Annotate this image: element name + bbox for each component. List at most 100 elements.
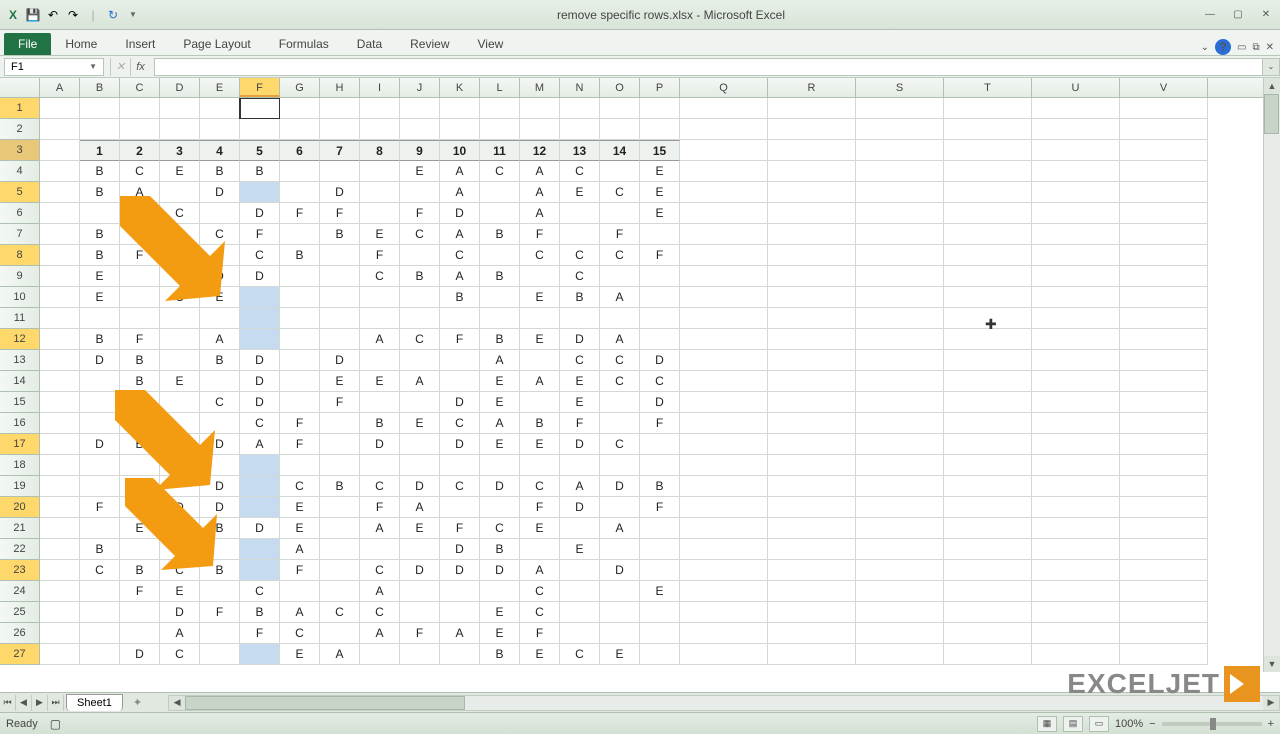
zoom-level[interactable]: 100% [1115, 718, 1143, 730]
cell-S17[interactable] [856, 434, 944, 455]
cell-L11[interactable] [480, 308, 520, 329]
col-header-Q[interactable]: Q [680, 78, 768, 97]
row-header-16[interactable]: 16 [0, 413, 40, 434]
col-header-H[interactable]: H [320, 78, 360, 97]
col-header-J[interactable]: J [400, 78, 440, 97]
cell-I9[interactable]: C [360, 266, 400, 287]
cell-J12[interactable]: C [400, 329, 440, 350]
cell-C24[interactable]: F [120, 581, 160, 602]
cell-H18[interactable] [320, 455, 360, 476]
cell-B11[interactable] [80, 308, 120, 329]
cell-A27[interactable] [40, 644, 80, 665]
cell-R14[interactable] [768, 371, 856, 392]
cell-G26[interactable]: C [280, 623, 320, 644]
cell-P24[interactable]: E [640, 581, 680, 602]
cell-M15[interactable] [520, 392, 560, 413]
row-header-13[interactable]: 13 [0, 350, 40, 371]
cell-I7[interactable]: E [360, 224, 400, 245]
cell-V25[interactable] [1120, 602, 1208, 623]
row-header-11[interactable]: 11 [0, 308, 40, 329]
cell-S8[interactable] [856, 245, 944, 266]
cell-D1[interactable] [160, 98, 200, 119]
close-button[interactable]: ✕ [1256, 7, 1276, 23]
cell-R3[interactable] [768, 140, 856, 161]
cell-A24[interactable] [40, 581, 80, 602]
cell-U13[interactable] [1032, 350, 1120, 371]
cell-G19[interactable]: C [280, 476, 320, 497]
cell-S6[interactable] [856, 203, 944, 224]
cell-E22[interactable] [200, 539, 240, 560]
cell-R10[interactable] [768, 287, 856, 308]
cell-L27[interactable]: B [480, 644, 520, 665]
cell-L26[interactable]: E [480, 623, 520, 644]
cell-R18[interactable] [768, 455, 856, 476]
cell-N26[interactable] [560, 623, 600, 644]
col-header-N[interactable]: N [560, 78, 600, 97]
cell-M10[interactable]: E [520, 287, 560, 308]
cell-P15[interactable]: D [640, 392, 680, 413]
row-header-27[interactable]: 27 [0, 644, 40, 665]
cell-M8[interactable]: C [520, 245, 560, 266]
cell-B22[interactable]: B [80, 539, 120, 560]
row-header-25[interactable]: 25 [0, 602, 40, 623]
cell-G16[interactable]: F [280, 413, 320, 434]
row-header-6[interactable]: 6 [0, 203, 40, 224]
cell-Q3[interactable] [680, 140, 768, 161]
cell-H14[interactable]: E [320, 371, 360, 392]
cell-M6[interactable]: A [520, 203, 560, 224]
cell-P18[interactable] [640, 455, 680, 476]
hscroll-thumb[interactable] [185, 696, 465, 710]
ribbon-restore-icon[interactable]: ⧉ [1252, 42, 1259, 53]
cell-Q9[interactable] [680, 266, 768, 287]
cell-F19[interactable] [240, 476, 280, 497]
cell-J17[interactable] [400, 434, 440, 455]
cell-T22[interactable] [944, 539, 1032, 560]
tab-insert[interactable]: Insert [111, 33, 169, 55]
cell-O26[interactable] [600, 623, 640, 644]
cell-F11[interactable] [240, 308, 280, 329]
cell-C3[interactable]: 2 [120, 140, 160, 161]
cell-Q8[interactable] [680, 245, 768, 266]
cell-R4[interactable] [768, 161, 856, 182]
cell-D2[interactable] [160, 119, 200, 140]
cell-J21[interactable]: E [400, 518, 440, 539]
cell-N15[interactable]: E [560, 392, 600, 413]
cell-T27[interactable] [944, 644, 1032, 665]
cell-P14[interactable]: C [640, 371, 680, 392]
cell-L23[interactable]: D [480, 560, 520, 581]
refresh-icon[interactable]: ↻ [104, 6, 122, 24]
cell-F1[interactable] [240, 98, 280, 119]
cell-M20[interactable]: F [520, 497, 560, 518]
cell-I6[interactable] [360, 203, 400, 224]
cell-Q19[interactable] [680, 476, 768, 497]
cell-N6[interactable] [560, 203, 600, 224]
cell-N18[interactable] [560, 455, 600, 476]
col-header-P[interactable]: P [640, 78, 680, 97]
cell-U15[interactable] [1032, 392, 1120, 413]
cell-S27[interactable] [856, 644, 944, 665]
scroll-up-icon[interactable]: ▲ [1264, 78, 1280, 94]
cell-N17[interactable]: D [560, 434, 600, 455]
cell-K18[interactable] [440, 455, 480, 476]
cell-Q12[interactable] [680, 329, 768, 350]
vscroll-thumb[interactable] [1264, 94, 1279, 134]
cell-D18[interactable] [160, 455, 200, 476]
cell-T11[interactable] [944, 308, 1032, 329]
cell-L14[interactable]: E [480, 371, 520, 392]
cell-P2[interactable] [640, 119, 680, 140]
cell-U8[interactable] [1032, 245, 1120, 266]
cell-G8[interactable]: B [280, 245, 320, 266]
cell-S1[interactable] [856, 98, 944, 119]
cell-M17[interactable]: E [520, 434, 560, 455]
cell-U5[interactable] [1032, 182, 1120, 203]
cell-C11[interactable] [120, 308, 160, 329]
cell-R16[interactable] [768, 413, 856, 434]
cell-M26[interactable]: F [520, 623, 560, 644]
cell-P11[interactable] [640, 308, 680, 329]
cell-O12[interactable]: A [600, 329, 640, 350]
cell-V14[interactable] [1120, 371, 1208, 392]
cell-O22[interactable] [600, 539, 640, 560]
cell-C1[interactable] [120, 98, 160, 119]
cell-H11[interactable] [320, 308, 360, 329]
cell-N20[interactable]: D [560, 497, 600, 518]
